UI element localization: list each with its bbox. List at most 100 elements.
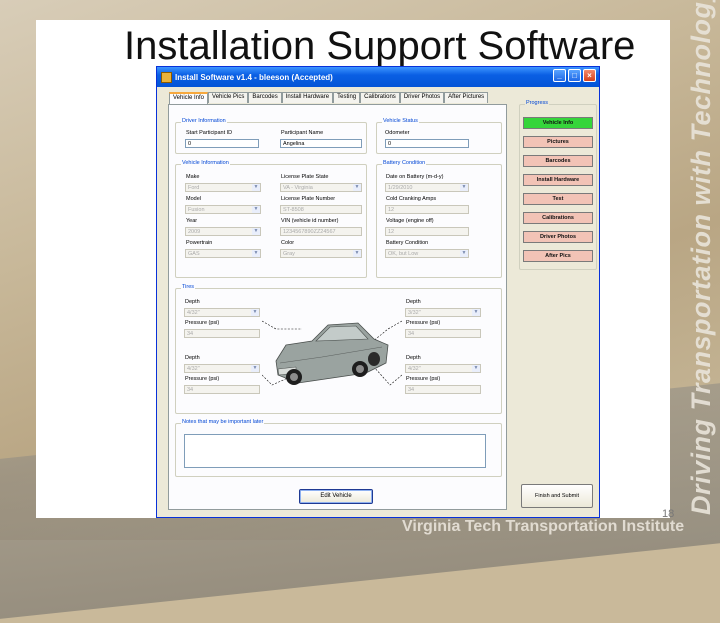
chevron-down-icon: ▼ [472, 365, 480, 372]
vin-label: VIN (vehicle id number) [281, 218, 339, 224]
progress-driver-photos[interactable]: Driver Photos [523, 231, 593, 243]
odometer-field[interactable]: 0 [385, 139, 469, 148]
cca-label: Cold Cranking Amps [386, 196, 437, 202]
progress-panel: Progress Vehicle Info Pictures Barcodes … [519, 100, 597, 270]
tab-calibrations[interactable]: Calibrations [360, 92, 400, 103]
odometer-label: Odometer [385, 130, 410, 136]
group-label: Vehicle Status [382, 118, 419, 124]
chevron-down-icon: ▼ [353, 250, 361, 257]
model-select[interactable]: Fusion ▼ [185, 205, 261, 214]
front-right-depth-label: Depth [406, 299, 421, 305]
progress-test[interactable]: Test [523, 193, 593, 205]
start-id-label: Start Participant ID [186, 130, 233, 136]
color-value: Gray [283, 251, 295, 257]
front-left-depth-label: Depth [185, 299, 200, 305]
progress-vehicle-info[interactable]: Vehicle Info [523, 117, 593, 129]
chevron-down-icon: ▼ [353, 184, 361, 191]
finish-and-submit-button[interactable]: Finish and Submit [521, 484, 593, 508]
front-left-depth-value: 4/32" [187, 310, 200, 316]
edit-vehicle-button[interactable]: Edit Vehicle [299, 489, 373, 504]
chevron-down-icon: ▼ [460, 250, 468, 257]
group-label: Notes that may be important later [181, 419, 265, 425]
vin-field[interactable]: 1234567890ZZ24567 [280, 227, 362, 236]
front-left-pressure-field[interactable]: 34 [184, 329, 260, 338]
window-controls: _ □ × [553, 69, 596, 82]
rear-right-depth-select[interactable]: 4/32" ▼ [405, 364, 481, 373]
window-title: Install Software v1.4 - bleeson (Accepte… [175, 72, 333, 82]
driver-information-group: Driver Information Start Participant ID … [175, 118, 367, 154]
chevron-down-icon: ▼ [252, 228, 260, 235]
battery-date-field[interactable]: 1/29/2010 ▼ [385, 183, 469, 192]
rear-left-depth-label: Depth [185, 355, 200, 361]
powertrain-label: Powertrain [186, 240, 213, 246]
rear-right-depth-label: Depth [406, 355, 421, 361]
make-select[interactable]: Ford ▼ [185, 183, 261, 192]
tab-install-hardware[interactable]: Install Hardware [281, 92, 334, 103]
close-button[interactable]: × [583, 69, 596, 82]
participant-name-field[interactable]: Angelina [280, 139, 362, 148]
start-id-field[interactable]: 0 [185, 139, 259, 148]
tab-barcodes[interactable]: Barcodes [248, 92, 282, 103]
battery-condition-value: OK, but Low [388, 251, 419, 257]
voltage-label: Voltage (engine off) [386, 218, 434, 224]
progress-pictures[interactable]: Pictures [523, 136, 593, 148]
rear-right-pressure-label: Pressure (psi) [406, 376, 441, 382]
notes-textarea[interactable] [184, 434, 486, 468]
color-select[interactable]: Gray ▼ [280, 249, 362, 258]
rear-left-depth-value: 4/32" [187, 366, 200, 372]
rear-left-pressure-label: Pressure (psi) [185, 376, 220, 382]
battery-date-label: Date on Battery (m-d-y) [386, 174, 444, 180]
progress-after-pics[interactable]: After Pics [523, 250, 593, 262]
cca-field[interactable]: 12 [385, 205, 469, 214]
install-software-window: Install Software v1.4 - bleeson (Accepte… [156, 66, 600, 518]
rear-right-pressure-field[interactable]: 34 [405, 385, 481, 394]
battery-condition-select[interactable]: OK, but Low ▼ [385, 249, 469, 258]
slide-title: Installation Support Software [124, 24, 636, 68]
powertrain-select[interactable]: GAS ▼ [185, 249, 261, 258]
footer-institute: Virginia Tech Transportation Institute [402, 518, 685, 535]
tab-driver-photos[interactable]: Driver Photos [399, 92, 445, 103]
plate-state-select[interactable]: VA - Virginia ▼ [280, 183, 362, 192]
maximize-button[interactable]: □ [568, 69, 581, 82]
tab-testing[interactable]: Testing [333, 92, 361, 103]
progress-install-hardware[interactable]: Install Hardware [523, 174, 593, 186]
progress-calibrations[interactable]: Calibrations [523, 212, 593, 224]
rear-right-depth-value: 4/32" [408, 366, 421, 372]
plate-number-label: License Plate Number [281, 196, 336, 202]
group-label: Tires [181, 284, 196, 290]
tab-vehicle-info[interactable]: Vehicle Info [169, 92, 209, 104]
window-titlebar[interactable]: Install Software v1.4 - bleeson (Accepte… [157, 67, 599, 87]
plate-state-value: VA - Virginia [283, 185, 313, 191]
front-left-pressure-label: Pressure (psi) [185, 320, 220, 326]
front-right-pressure-field[interactable]: 34 [405, 329, 481, 338]
model-value: Fusion [188, 207, 205, 213]
model-label: Model [186, 196, 201, 202]
progress-label: Progress [525, 100, 550, 106]
rear-left-pressure-field[interactable]: 34 [184, 385, 260, 394]
plate-number-field[interactable]: ST-8508 [280, 205, 362, 214]
battery-condition-group: Battery Condition Date on Battery (m-d-y… [376, 160, 502, 278]
progress-barcodes[interactable]: Barcodes [523, 155, 593, 167]
app-icon [161, 71, 172, 83]
group-label: Driver Information [181, 118, 227, 124]
tab-after-pictures[interactable]: After Pictures [444, 92, 489, 103]
vehicle-status-group: Vehicle Status Odometer 0 [376, 118, 502, 154]
front-right-depth-select[interactable]: 3/32" ▼ [405, 308, 481, 317]
powertrain-value: GAS [188, 251, 200, 257]
tab-vehicle-pics[interactable]: Vehicle Pics [208, 92, 249, 103]
car-illustration [262, 320, 402, 386]
year-value: 2009 [188, 229, 201, 235]
vehicle-information-group: Vehicle Information Make Ford ▼ License P… [175, 160, 367, 278]
year-select[interactable]: 2009 ▼ [185, 227, 261, 236]
group-label: Battery Condition [382, 160, 427, 166]
slide-number: 18 [662, 508, 675, 520]
front-left-depth-select[interactable]: 4/32" ▼ [184, 308, 260, 317]
participant-name-label: Participant Name [281, 130, 324, 136]
minimize-button[interactable]: _ [553, 69, 566, 82]
rear-left-depth-select[interactable]: 4/32" ▼ [184, 364, 260, 373]
make-value: Ford [188, 185, 200, 191]
notes-group: Notes that may be important later [175, 419, 502, 477]
group-label: Vehicle Information [181, 160, 230, 166]
voltage-field[interactable]: 12 [385, 227, 469, 236]
front-right-depth-value: 3/32" [408, 310, 421, 316]
